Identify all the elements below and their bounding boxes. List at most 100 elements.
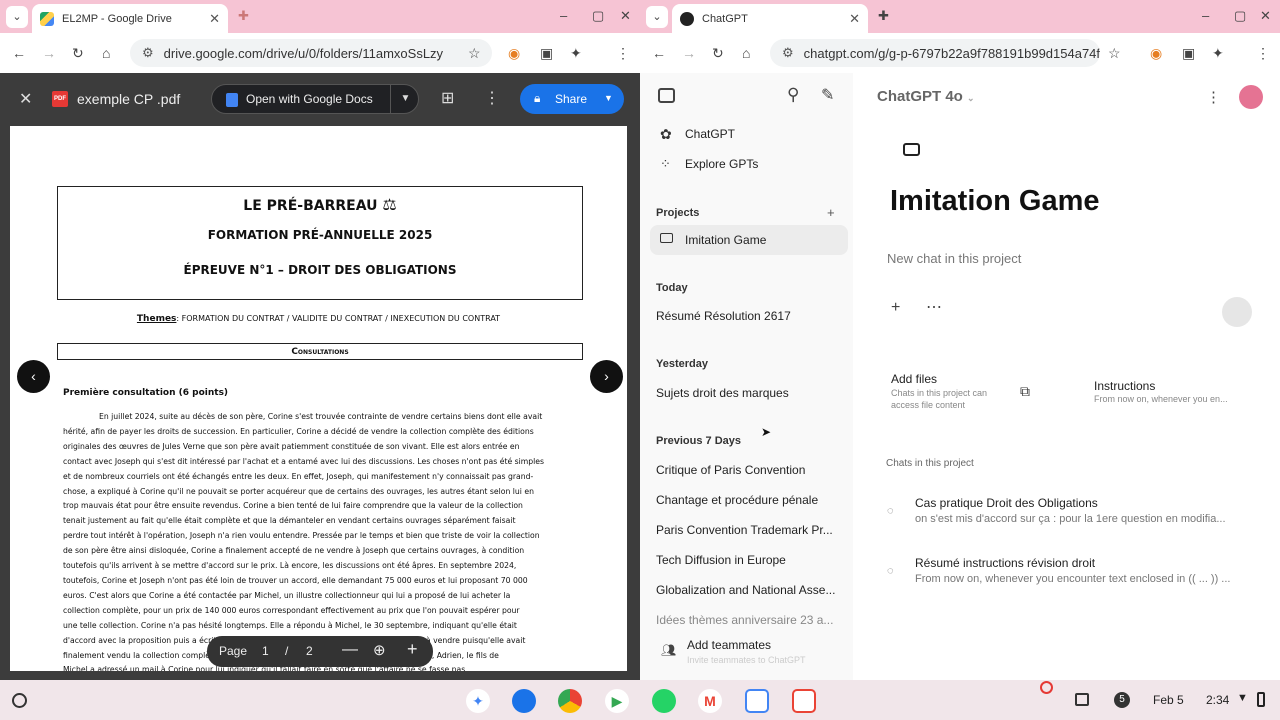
chat-item[interactable]: Tech Diffusion in Europe [656,553,786,567]
pinned-app-icon[interactable] [792,689,816,713]
tools-dots-icon[interactable]: ⋯ [926,297,942,317]
files-app-icon[interactable] [512,689,536,713]
right-tabstrip: ⌄ ChatGPT ✕ ✚ – ▢ ✕ [640,0,1280,33]
avatar[interactable] [1239,85,1263,109]
site-info-icon[interactable]: ⚙ [782,45,794,61]
screen-record-icon[interactable] [1040,681,1053,694]
chat-preview: From now on, whenever you encounter text… [915,573,1231,585]
calendar-app-icon[interactable] [745,689,769,713]
chrome-menu-icon[interactable]: ⋮ [616,45,630,62]
send-button[interactable] [1222,297,1252,327]
gmail-app-icon[interactable]: M [698,689,722,713]
sidebar-item-explore-gpts[interactable]: Explore GPTs [685,157,758,171]
chat-item[interactable]: Critique of Paris Convention [656,463,805,477]
attach-plus-icon[interactable]: + [891,299,900,317]
tab-search-button[interactable]: ⌄ [6,6,28,28]
doc-subtitle: FORMATION PRÉ-ANNUELLE 2025 [207,228,433,242]
tab-search-button-2[interactable]: ⌄ [646,6,668,28]
more-options-icon[interactable]: ⋮ [1206,88,1221,106]
chat-item[interactable]: Chantage et procédure pénale [656,493,818,507]
minimize-icon[interactable]: – [560,8,567,23]
chat-item[interactable]: Paris Convention Trademark Pr... [656,523,833,537]
battery-icon[interactable] [1257,692,1265,707]
extension-icon-2[interactable]: ▣ [1182,45,1195,62]
close-tab-icon[interactable]: ✕ [849,11,860,27]
zoom-fit-icon[interactable]: ⊕ [373,641,386,659]
home-icon[interactable]: ⌂ [102,45,110,61]
new-tab-icon[interactable]: ✚ [878,8,889,24]
close-tab-icon[interactable]: ✕ [209,11,220,27]
project-chat-item[interactable]: ◌ Résumé instructions révision droit Fro… [877,547,1267,597]
bookmark-star-icon[interactable]: ☆ [1108,45,1121,62]
back-icon[interactable]: ← [12,45,26,61]
extensions-puzzle-icon[interactable]: ✦ [1212,45,1224,62]
add-files-card[interactable]: Add files Chats in this project can acce… [877,363,1067,419]
new-tab-icon[interactable]: ✚ [238,8,249,24]
project-chat-item[interactable]: ◌ Cas pratique Droit des Obligations on … [877,487,1267,537]
page-current-input[interactable]: 1 [262,644,269,658]
minimize-icon[interactable]: – [1202,8,1209,23]
share-dropdown-icon[interactable]: ▼ [604,93,613,103]
launcher-button[interactable] [12,693,27,708]
reload-icon[interactable]: ↻ [712,45,724,62]
chat-item[interactable]: Globalization and National Asse... [656,583,835,597]
chat-item[interactable]: Idées thèmes anniversaire 23 a... [656,613,833,627]
bookmark-star-icon[interactable]: ☆ [468,45,481,62]
more-actions-icon[interactable]: ⋮ [484,88,500,108]
back-icon[interactable]: ← [652,45,666,61]
doc-line: tenait justement au fait qu'elle était c… [63,516,516,526]
extensions-puzzle-icon[interactable]: ✦ [570,45,582,62]
chrome-menu-icon[interactable]: ⋮ [1256,45,1270,62]
gemini-app-icon[interactable]: ✦ [466,689,490,713]
address-bar[interactable]: ⚙ chatgpt.com/g/g-p-6797b22a9f788191b99d… [770,39,1100,67]
add-project-icon[interactable]: + [827,205,835,220]
forward-icon[interactable]: → [682,45,696,61]
maximize-icon[interactable]: ▢ [592,8,604,24]
reload-icon[interactable]: ↻ [72,45,84,62]
zoom-in-icon[interactable]: + [407,639,418,660]
open-with-dropdown-icon[interactable]: ▼ [390,85,420,113]
doc-line: En juillet 2024, suite au décès de son p… [99,412,543,421]
close-window-icon[interactable]: ✕ [1260,8,1271,24]
prev-page-button[interactable]: ‹ [17,360,50,393]
chatgpt-sidebar: ⚲ ✎ ✿ ChatGPT ⁘ Explore GPTs Projects + … [640,73,853,680]
tab-drive[interactable]: EL2MP - Google Drive ✕ [32,4,228,33]
chat-item[interactable]: Résumé Résolution 2617 [656,309,791,323]
forward-icon[interactable]: → [42,45,56,61]
tab-chatgpt[interactable]: ChatGPT ✕ [672,4,868,33]
next-page-button[interactable]: › [590,360,623,393]
lock-icon: 🔒︎ [534,91,541,105]
doc-line: chose, a expliqué à Corine qu'il ne pouv… [63,486,534,496]
extension-icon-2[interactable]: ▣ [540,45,553,62]
search-icon[interactable]: ⚲ [787,85,799,105]
chrome-app-icon[interactable] [558,689,582,713]
date-label[interactable]: Feb 5 [1153,693,1184,707]
zoom-out-icon[interactable]: — [342,641,358,659]
tote-icon[interactable] [1075,693,1089,706]
chat-item[interactable]: Sujets droit des marques [656,386,789,400]
open-with-docs-button[interactable]: Open with Google Docs ▼ [211,84,419,114]
sidebar-item-chatgpt[interactable]: ChatGPT [685,127,735,141]
close-viewer-icon[interactable]: ✕ [19,89,32,109]
new-chat-input[interactable]: New chat in this project + ⋯ [877,237,1267,347]
share-button[interactable]: 🔒︎ Share ▼ [520,84,624,114]
whatsapp-app-icon[interactable] [652,689,676,713]
wifi-icon[interactable]: ▼ [1237,692,1248,704]
maximize-icon[interactable]: ▢ [1234,8,1246,24]
model-selector[interactable]: ChatGPT 4o ⌄ [877,88,975,105]
sidebar-project-imitation-game[interactable]: Imitation Game [650,225,848,255]
add-comment-icon[interactable]: ⊞ [441,88,454,108]
extension-icon[interactable]: ◉ [508,45,520,62]
address-bar[interactable]: ⚙ drive.google.com/drive/u/0/folders/11a… [130,39,492,67]
extension-icon[interactable]: ◉ [1150,45,1162,62]
close-window-icon[interactable]: ✕ [620,8,631,24]
time-label[interactable]: 2:34 [1206,693,1229,707]
notification-badge[interactable]: 5 [1114,692,1130,708]
home-icon[interactable]: ⌂ [742,45,750,61]
new-chat-icon[interactable]: ✎ [821,85,834,105]
site-info-icon[interactable]: ⚙ [142,45,154,61]
add-teammates-button[interactable]: 👥︎ Add teammates Invite teammates to Cha… [640,628,853,680]
play-store-app-icon[interactable]: ▶ [605,689,629,713]
instructions-card[interactable]: Instructions From now on, whenever you e… [1079,363,1267,419]
toggle-sidebar-icon[interactable] [658,88,675,103]
